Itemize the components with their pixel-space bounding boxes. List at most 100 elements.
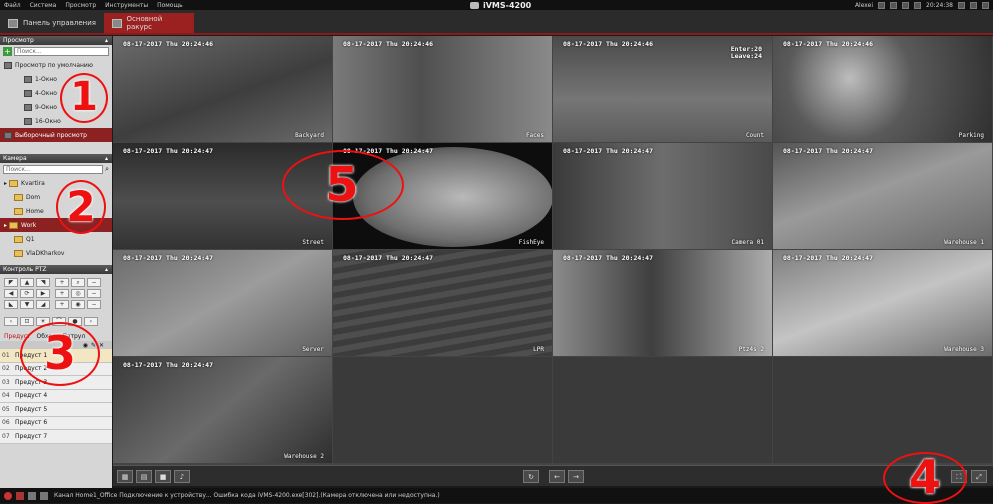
module-tabbar: Панель управления Основной ракурс	[0, 10, 993, 35]
search-icon[interactable]: ⌕	[105, 165, 109, 174]
folder-icon	[14, 207, 23, 215]
ptz-section-header[interactable]: Контроль PTZ ▴	[0, 265, 112, 274]
expand-icon[interactable]: ▸	[4, 222, 7, 229]
ptz-down[interactable]: ▼	[20, 300, 34, 309]
ptz-prev-icon[interactable]: ‹	[4, 316, 18, 326]
menu-view[interactable]: Просмотр	[65, 2, 96, 9]
view-custom[interactable]: Выборочный просмотр	[0, 128, 112, 142]
volume-icon[interactable]: ♪	[174, 470, 190, 483]
lock-icon[interactable]	[878, 1, 886, 9]
live-view-toolbar: ▦ ▤ ■ ♪ ↻ ← → ⛶ ⤢	[113, 465, 993, 486]
folder-icon	[14, 249, 23, 257]
view-section-header[interactable]: Просмотр ▴	[0, 36, 112, 45]
collapse-icon[interactable]: ▴	[105, 266, 108, 273]
ptz-up[interactable]: ▲	[20, 278, 34, 287]
empty-tile[interactable]	[333, 357, 552, 463]
live-view-grid: 08-17-2017 Thu 20:24:46 Backyard 08-17-2…	[113, 36, 993, 465]
menu-tools[interactable]: Инструменты	[105, 2, 148, 9]
focus-far-icon[interactable]: −	[87, 289, 101, 298]
menu-help[interactable]: Помощь	[157, 2, 183, 9]
auto-switch-icon[interactable]: ↻	[523, 470, 539, 483]
camera-tile[interactable]: 08-17-2017 Thu 20:24:47 Warehouse 1	[773, 143, 992, 249]
expand-icon[interactable]: ▸	[4, 180, 7, 187]
stop-all-icon[interactable]: ■	[155, 470, 171, 483]
expand-view-icon[interactable]: ⤢	[971, 470, 987, 483]
annotation-number-3: 3	[43, 326, 76, 380]
tab-main-view[interactable]: Основной ракурс	[104, 13, 194, 33]
ptz-down-left[interactable]: ◣	[4, 300, 18, 309]
empty-tile[interactable]	[773, 357, 992, 463]
cpu-icon[interactable]	[902, 1, 910, 9]
delete-icon[interactable]: ✕	[99, 342, 104, 349]
preset-row[interactable]: 05 Предуст 5	[0, 403, 112, 417]
ptz-auto-icon[interactable]: ⟳	[20, 289, 34, 298]
view-search-input[interactable]: Поиск...	[14, 47, 109, 56]
folder-icon	[9, 221, 19, 229]
preset-row[interactable]: 06 Предуст 6	[0, 416, 112, 430]
view-search: + Поиск...	[0, 45, 112, 58]
ptz-left[interactable]: ◀	[4, 289, 18, 298]
tab-control-panel[interactable]: Панель управления	[0, 13, 104, 33]
view-group-icon	[4, 61, 12, 69]
annotation-number-4: 4	[908, 450, 941, 504]
add-view-button[interactable]: +	[3, 47, 12, 56]
annotation-number-1: 1	[70, 74, 98, 120]
iris-open-icon[interactable]: +	[55, 300, 69, 309]
focus-icon[interactable]: ◎	[71, 289, 85, 298]
ptz-down-right[interactable]: ◢	[36, 300, 50, 309]
log-icon[interactable]	[28, 491, 36, 500]
layout-icon[interactable]: ▦	[117, 470, 133, 483]
empty-tile[interactable]	[553, 357, 772, 463]
close-icon[interactable]	[982, 1, 989, 9]
camera-group-vladkharkov[interactable]: VlaDKharkov	[0, 246, 112, 260]
menu-file[interactable]: Файл	[4, 2, 21, 9]
window-division-icon[interactable]: ▤	[136, 470, 152, 483]
ptz-up-right[interactable]: ◥	[36, 278, 50, 287]
iris-icon[interactable]: ◉	[71, 300, 85, 309]
camera-search: Поиск... ⌕	[0, 163, 112, 176]
camera-tile[interactable]: 08-17-2017 Thu 20:24:47 Ptz4s 2	[553, 250, 772, 356]
menu-system[interactable]: Система	[30, 2, 57, 9]
zoom-out-icon[interactable]: −	[87, 278, 101, 287]
user-label[interactable]: Alexei	[855, 2, 873, 9]
minimize-icon[interactable]	[958, 1, 965, 9]
network-icon[interactable]	[914, 1, 922, 9]
ptz-up-left[interactable]: ◤	[4, 278, 18, 287]
collapse-icon[interactable]: ▴	[105, 37, 108, 44]
camera-group-q1[interactable]: Q1	[0, 232, 112, 246]
previous-page-icon[interactable]: ←	[549, 470, 565, 483]
camera-tile[interactable]: 08-17-2017 Thu 20:24:47 Warehouse 2	[113, 357, 332, 463]
focus-near-icon[interactable]: +	[55, 289, 69, 298]
camera-tile[interactable]: 08-17-2017 Thu 20:24:46 Parking	[773, 36, 992, 142]
camera-search-input[interactable]: Поиск...	[3, 165, 104, 174]
camera-tile[interactable]: 08-17-2017 Thu 20:24:46 Faces	[333, 36, 552, 142]
event-icon[interactable]	[16, 491, 24, 500]
camera-tile[interactable]: 08-17-2017 Thu 20:24:47 Warehouse 3	[773, 250, 992, 356]
monitor-icon[interactable]	[40, 491, 48, 500]
camera-tile[interactable]: 08-17-2017 Thu 20:24:47 LPR	[333, 250, 552, 356]
custom-view-icon	[4, 131, 12, 139]
status-message: Канал Home1_Office Подключение к устройс…	[54, 492, 440, 499]
maximize-icon[interactable]	[970, 1, 977, 9]
alarm-icon[interactable]	[4, 491, 12, 500]
view-default[interactable]: Просмотр по умолчанию	[0, 58, 112, 72]
folder-icon	[14, 193, 23, 201]
collapse-icon[interactable]: ▴	[105, 155, 108, 162]
window-layout-icon	[24, 103, 32, 111]
ptz-right[interactable]: ▶	[36, 289, 50, 298]
folder-icon	[14, 235, 23, 243]
iris-close-icon[interactable]: −	[87, 300, 101, 309]
camera-section-header[interactable]: Камера ▴	[0, 154, 112, 163]
camera-tile[interactable]: 08-17-2017 Thu 20:24:47 Camera 01	[553, 143, 772, 249]
camera-tile[interactable]: 08-17-2017 Thu 20:24:46 Enter:20 Leave:2…	[553, 36, 772, 142]
camera-tile[interactable]: 08-17-2017 Thu 20:24:47 Server	[113, 250, 332, 356]
preset-row[interactable]: 04 Предуст 4	[0, 389, 112, 403]
zoom-in-icon[interactable]: +	[55, 278, 69, 287]
next-page-icon[interactable]: →	[568, 470, 584, 483]
status-bar: Канал Home1_Office Подключение к устройс…	[0, 488, 993, 503]
preset-row[interactable]: 07 Предуст 7	[0, 430, 112, 444]
alarm-icon[interactable]	[890, 1, 898, 9]
zoom-icon[interactable]: ⌕	[71, 278, 85, 287]
camera-tile[interactable]: 08-17-2017 Thu 20:24:46 Backyard	[113, 36, 332, 142]
